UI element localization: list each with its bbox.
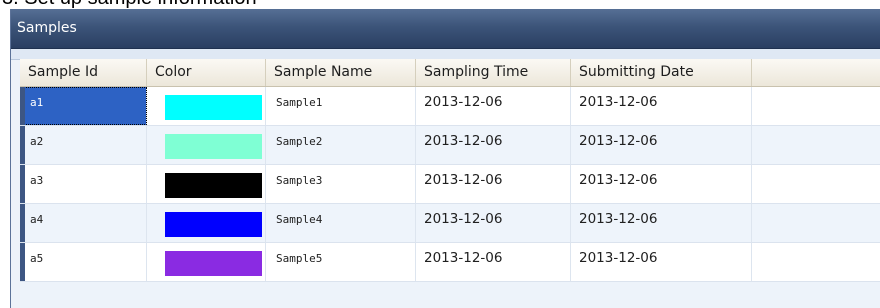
cell-sampling-time[interactable]: 2013-12-06 <box>416 204 571 242</box>
color-swatch <box>165 173 262 198</box>
cell-sample-name[interactable]: Sample3 <box>266 165 416 203</box>
grid-header-row: Sample Id Color Sample Name Sampling Tim… <box>20 59 880 87</box>
column-header-submitting-date[interactable]: Submitting Date <box>571 59 752 86</box>
cell-sampling-time[interactable]: 2013-12-06 <box>416 87 571 125</box>
cell-submitting-date[interactable]: 2013-12-06 <box>571 204 752 242</box>
cell-filler <box>752 204 880 242</box>
cell-sample-name[interactable]: Sample5 <box>266 243 416 281</box>
cell-submitting-date[interactable]: 2013-12-06 <box>571 165 752 203</box>
table-row[interactable]: a4 Sample4 2013-12-06 2013-12-06 <box>20 204 880 243</box>
color-swatch <box>165 251 262 276</box>
cell-color[interactable] <box>147 204 266 242</box>
samples-panel: Samples Sample Id Color Sample Name Samp… <box>10 9 880 308</box>
table-row[interactable]: a1 Sample1 2013-12-06 2013-12-06 <box>20 87 880 126</box>
cell-sampling-time[interactable]: 2013-12-06 <box>416 126 571 164</box>
grid-empty-area <box>20 282 880 308</box>
cell-color[interactable] <box>147 87 266 125</box>
cell-sample-name[interactable]: Sample4 <box>266 204 416 242</box>
table-row[interactable]: a5 Sample5 2013-12-06 2013-12-06 <box>20 243 880 282</box>
table-row[interactable]: a2 Sample2 2013-12-06 2013-12-06 <box>20 126 880 165</box>
column-header-sampling-time[interactable]: Sampling Time <box>416 59 571 86</box>
cell-filler <box>752 243 880 281</box>
cell-submitting-date[interactable]: 2013-12-06 <box>571 126 752 164</box>
cell-sample-id[interactable]: a4 <box>20 204 147 242</box>
cell-sampling-time[interactable]: 2013-12-06 <box>416 243 571 281</box>
column-header-filler <box>752 59 880 86</box>
panel-title: Samples <box>11 9 880 49</box>
table-row[interactable]: a3 Sample3 2013-12-06 2013-12-06 <box>20 165 880 204</box>
section-heading: 3. Set up sample information <box>0 0 257 9</box>
cell-sample-id[interactable]: a3 <box>20 165 147 203</box>
cell-sample-id[interactable]: a1 <box>20 87 147 125</box>
cell-sample-id[interactable]: a5 <box>20 243 147 281</box>
color-swatch <box>165 134 262 159</box>
column-header-sample-name[interactable]: Sample Name <box>266 59 416 86</box>
cell-sample-name[interactable]: Sample2 <box>266 126 416 164</box>
cell-submitting-date[interactable]: 2013-12-06 <box>571 87 752 125</box>
cell-color[interactable] <box>147 126 266 164</box>
column-header-sample-id[interactable]: Sample Id <box>20 59 147 86</box>
cell-sample-name[interactable]: Sample1 <box>266 87 416 125</box>
cell-sampling-time[interactable]: 2013-12-06 <box>416 165 571 203</box>
cell-filler <box>752 126 880 164</box>
color-swatch <box>165 212 262 237</box>
cell-color[interactable] <box>147 243 266 281</box>
cell-color[interactable] <box>147 165 266 203</box>
grid-body: a1 Sample1 2013-12-06 2013-12-06 a2 Sample2 20… <box>20 87 880 282</box>
samples-grid: Sample Id Color Sample Name Sampling Tim… <box>20 59 880 308</box>
cell-submitting-date[interactable]: 2013-12-06 <box>571 243 752 281</box>
column-header-color[interactable]: Color <box>147 59 266 86</box>
cell-filler <box>752 87 880 125</box>
cell-filler <box>752 165 880 203</box>
color-swatch <box>165 95 262 120</box>
cell-sample-id[interactable]: a2 <box>20 126 147 164</box>
